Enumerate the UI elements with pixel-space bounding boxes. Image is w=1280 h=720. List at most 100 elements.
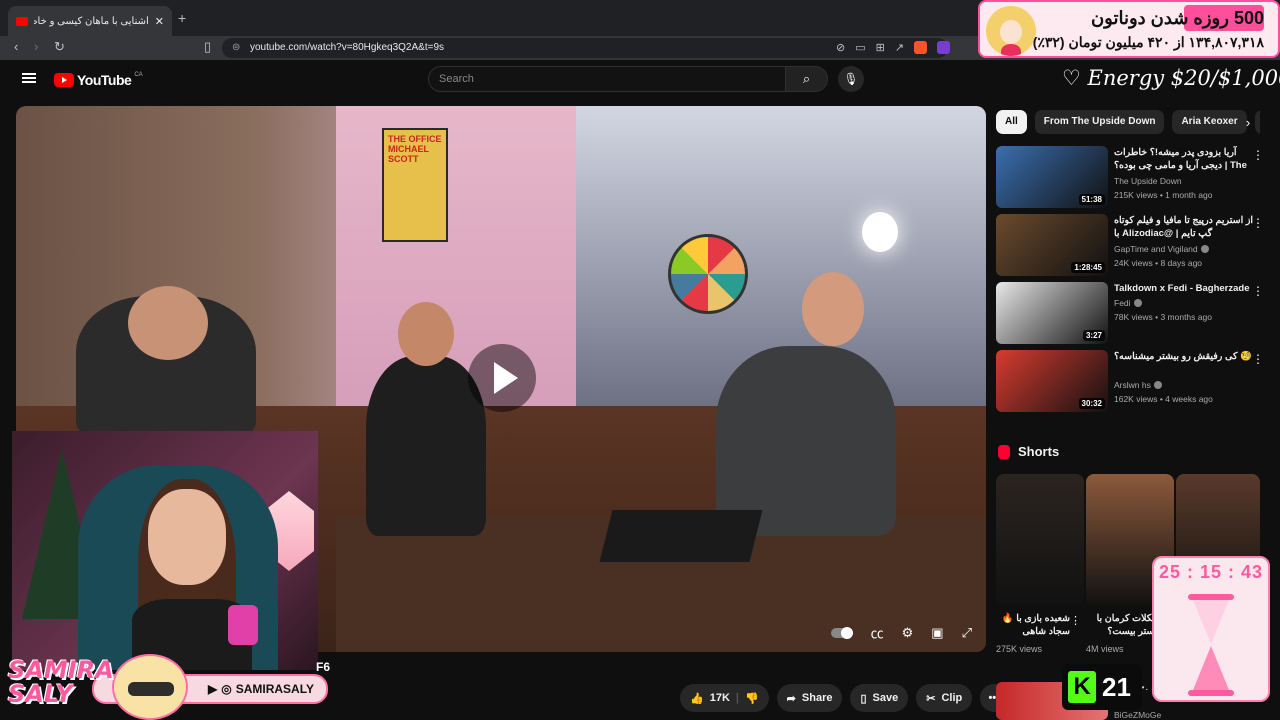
recommendation-title[interactable]: کی رفیقش رو بیشتر میشناسه؟ 🧐	[1114, 350, 1256, 363]
install-icon[interactable]: ⊞	[876, 41, 885, 54]
recommendation-meta: 162K views • 4 weeks ago	[1114, 394, 1213, 404]
recommendation-channel[interactable]: Arslwn hs	[1114, 380, 1151, 390]
hourglass-icon	[1188, 594, 1234, 696]
person-middle-head	[398, 302, 454, 366]
brave-shield-icon[interactable]	[914, 41, 928, 54]
streamer-name: SAMIRA SALY	[8, 658, 114, 706]
bottom-recommendation-channel: BiGeZMoGe	[1114, 710, 1162, 720]
thumbs-up-icon: 👍	[690, 692, 704, 705]
hourglass-lower-sand	[1193, 646, 1229, 690]
site-info-icon[interactable]: ⊜	[232, 42, 240, 53]
recommendation-item[interactable]: 51:38 آریا بزودی پدر میشه!؟ خاطرات دیجی آ…	[996, 146, 1272, 208]
recommendation-title[interactable]: آریا بزودی پدر میشه!؟ خاطرات دیجی آریا و…	[1114, 146, 1256, 174]
close-tab-icon[interactable]: ✕	[155, 15, 164, 28]
bookmark-save-icon: ▯	[860, 692, 867, 705]
more-vert-icon[interactable]: ⋮	[1252, 284, 1264, 298]
recommendation-channel-row: GapTime and Vigiland	[1114, 244, 1209, 254]
like-dislike-button[interactable]: 👍 17K | 👎	[680, 684, 769, 712]
recommendation-thumbnail[interactable]: 51:38	[996, 146, 1108, 208]
like-divider: |	[735, 692, 739, 704]
captions-icon[interactable]: ㏄	[871, 623, 884, 642]
play-button[interactable]	[468, 344, 536, 412]
search-button[interactable]: ⌕	[786, 66, 828, 92]
recommendation-channel-row: The Upside Down	[1114, 176, 1182, 186]
recommendation-title[interactable]: از استریم درپیج تا مافیا و فیلم کوتاه با…	[1114, 214, 1256, 240]
menu-icon[interactable]	[22, 73, 36, 83]
share-label: Share	[801, 692, 833, 704]
video-duration: 51:38	[1078, 194, 1105, 205]
youtube-logo[interactable]: YouTube CA	[54, 72, 143, 88]
clip-label: Clip	[941, 692, 963, 704]
cast-icon[interactable]: ▭	[855, 41, 865, 54]
filter-chips: AllFrom The Upside DownAria KeoxerC	[996, 110, 1260, 134]
more-vert-icon[interactable]: ⋮	[1070, 614, 1081, 627]
youtube-header: YouTube CA Search ⌕ 🎙 ♡ Energy $20/$1,00…	[0, 60, 1280, 100]
chip-1[interactable]: From The Upside Down	[1034, 110, 1165, 134]
recommendation-title[interactable]: Talkdown x Fedi - Bagherzade	[1114, 282, 1256, 295]
stream-timer: 25 : 15 : 43	[1158, 562, 1264, 582]
streamer-microphone	[228, 605, 258, 645]
short-views: 275K views	[996, 644, 1043, 654]
autoplay-toggle[interactable]	[830, 626, 853, 639]
recommendation-thumbnail[interactable]: 3:27	[996, 282, 1108, 344]
recommendation-item[interactable]: 3:27 Talkdown x Fedi - Bagherzade Fedi 78K …	[996, 282, 1272, 344]
clip-button[interactable]: ✂ Clip	[916, 684, 973, 712]
person-left-head	[128, 286, 208, 360]
chip-0[interactable]: All	[996, 110, 1027, 134]
forward-icon[interactable]: ›	[34, 39, 38, 54]
share-button[interactable]: ➦ Share	[776, 684, 843, 712]
recommendation-channel[interactable]: Fedi	[1114, 298, 1131, 308]
person-right-head	[802, 272, 864, 346]
more-vert-icon[interactable]: ⋮	[1252, 148, 1264, 162]
scissors-icon: ✂	[926, 692, 936, 705]
share-icon[interactable]: ↗	[895, 41, 904, 54]
more-vert-icon[interactable]: ⋮	[1252, 216, 1264, 230]
like-count: 17K	[709, 692, 730, 704]
recommendation-item[interactable]: 1:28:45 از استریم درپیج تا مافیا و فیلم ک…	[996, 214, 1272, 276]
video-duration: 1:28:45	[1071, 262, 1105, 273]
back-icon[interactable]: ‹	[14, 39, 18, 54]
extension-icon[interactable]	[937, 41, 951, 54]
streamer-face	[148, 489, 226, 585]
video-duration: 3:27	[1082, 330, 1105, 341]
save-button[interactable]: ▯ Save	[850, 684, 909, 712]
streamer-webcam	[12, 431, 318, 670]
video-poster: THE OFFICE MICHAEL SCOTT	[382, 128, 448, 242]
recommendation-channel[interactable]: GapTime and Vigiland	[1114, 244, 1198, 254]
shorts-header: Shorts	[998, 444, 1059, 459]
youtube-wordmark: YouTube	[77, 72, 132, 88]
recommendation-meta: 78K views • 3 months ago	[1114, 312, 1212, 322]
tab-title: آشنایی با ماهان کیسی و خاطرات	[34, 15, 149, 27]
more-vert-icon[interactable]: ⋮	[1252, 352, 1264, 366]
person-right	[716, 346, 896, 536]
recommendation-channel[interactable]: The Upside Down	[1114, 176, 1182, 186]
chips-next-icon[interactable]: ›	[1236, 110, 1260, 134]
recommendation-item[interactable]: 30:32 کی رفیقش رو بیشتر میشناسه؟ 🧐 Arslwn …	[996, 350, 1272, 412]
hourglass-upper-sand	[1193, 600, 1229, 644]
verified-check-icon	[1200, 245, 1209, 253]
voice-search-button[interactable]: 🎙	[838, 66, 864, 92]
browser-tab[interactable]: آشنایی با ماهان کیسی و خاطرات ✕	[8, 6, 172, 36]
kick-viewer-badge: K 21	[1062, 664, 1142, 710]
new-tab-button[interactable]: +	[178, 10, 186, 26]
video-controls: ㏄ ⚙ ▣ ⤢	[830, 623, 972, 642]
shorts-logo-icon	[998, 444, 1010, 459]
recommendation-thumbnail[interactable]: 1:28:45	[996, 214, 1108, 276]
verified-check-icon	[1133, 299, 1142, 307]
search-input[interactable]: Search	[428, 66, 786, 92]
short-title[interactable]: شکلات کرمان با مستر بیست؟	[1086, 612, 1160, 638]
fullscreen-icon[interactable]: ⤢	[962, 625, 972, 641]
eye-off-icon[interactable]: ⊘	[836, 41, 845, 54]
shorts-title: Shorts	[1018, 444, 1060, 459]
miniplayer-icon[interactable]: ▣	[931, 625, 943, 641]
recommendation-thumbnail[interactable]: 30:32	[996, 350, 1108, 412]
audio-mixer	[599, 510, 763, 562]
bookmark-icon[interactable]: ▯	[204, 39, 211, 55]
save-label: Save	[872, 692, 899, 704]
settings-gear-icon[interactable]: ⚙	[902, 625, 914, 641]
reload-icon[interactable]: ↻	[54, 39, 65, 55]
ring-light	[862, 212, 898, 252]
short-title[interactable]: شعبده بازی با 🔥 سجاد شاهی	[996, 612, 1070, 638]
microphone-icon: 🎙	[843, 72, 859, 86]
short-thumbnail[interactable]	[996, 474, 1084, 606]
